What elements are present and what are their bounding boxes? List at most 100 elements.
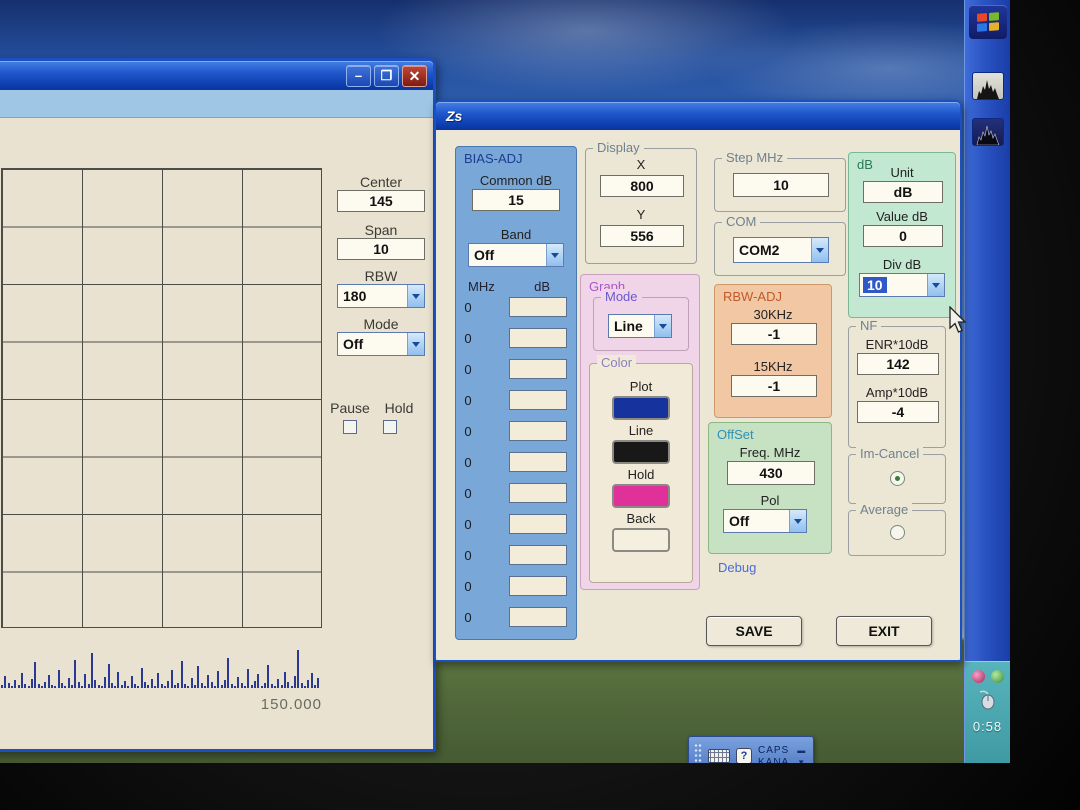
spectrum-bar xyxy=(11,686,13,688)
bias-db-input[interactable] xyxy=(509,514,567,534)
pause-checkbox[interactable] xyxy=(343,420,357,434)
color-swatch-list: PlotLineHoldBack xyxy=(590,376,692,552)
enr-input[interactable]: 142 xyxy=(857,353,939,375)
offset-freq-input[interactable]: 430 xyxy=(727,461,815,485)
display-title: Display xyxy=(593,140,644,155)
step-mhz-input[interactable]: 10 xyxy=(733,173,829,197)
color-swatch-label: Back xyxy=(627,511,656,526)
bias-db-input[interactable] xyxy=(509,452,567,472)
dropdown-arrow-icon[interactable] xyxy=(546,244,563,266)
color-swatch-hold[interactable] xyxy=(612,484,670,508)
save-button[interactable]: SAVE xyxy=(706,616,802,646)
unit-input[interactable]: dB xyxy=(863,181,943,203)
drag-handle-icon[interactable] xyxy=(694,743,702,763)
color-swatch-label: Plot xyxy=(630,379,652,394)
dropdown-arrow-icon[interactable] xyxy=(407,285,424,307)
spectrum-bar xyxy=(147,685,149,688)
spectrum-bar xyxy=(58,670,60,688)
rbw-dropdown[interactable]: 180 xyxy=(337,284,425,308)
ime-language-bar[interactable]: ? CAPS ▬ KANA ▼ xyxy=(688,736,814,763)
debug-label[interactable]: Debug xyxy=(718,560,756,575)
display-x-input[interactable]: 800 xyxy=(600,175,684,197)
amp-input[interactable]: -4 xyxy=(857,401,939,423)
spectrum-bar xyxy=(254,681,256,688)
bias-db-input[interactable] xyxy=(509,297,567,317)
start-button[interactable] xyxy=(969,5,1007,39)
clock[interactable]: 0:58 xyxy=(973,719,1002,734)
bias-db-input[interactable] xyxy=(509,576,567,596)
color-swatch-label: Hold xyxy=(628,467,655,482)
spectrum-bar xyxy=(297,650,299,688)
minimize-arrow-icon[interactable]: ▬ xyxy=(797,746,806,755)
span-input[interactable]: 10 xyxy=(337,238,425,260)
common-db-input[interactable]: 15 xyxy=(472,189,560,211)
close-button[interactable]: ✕ xyxy=(402,65,427,87)
rbw-15khz-input[interactable]: -1 xyxy=(731,375,817,397)
color-swatch-back[interactable] xyxy=(612,528,670,552)
nf-group: NF ENR*10dB 142 Amp*10dB -4 xyxy=(848,326,946,448)
spectrum-bar xyxy=(144,682,146,688)
mouse-icon[interactable] xyxy=(977,690,999,710)
spectrum-bar xyxy=(264,683,266,688)
keyboard-icon[interactable] xyxy=(708,749,730,763)
bias-db-input[interactable] xyxy=(509,421,567,441)
rbw-adj-panel: RBW-ADJ 30KHz -1 15KHz -1 xyxy=(714,284,832,418)
exit-button[interactable]: EXIT xyxy=(836,616,932,646)
caps-indicator[interactable]: CAPS xyxy=(758,745,789,756)
minimize-button[interactable]: – xyxy=(346,65,371,87)
bias-row: 0 xyxy=(456,576,576,596)
mode-dropdown[interactable]: Off xyxy=(337,332,425,356)
dropdown-arrow-icon[interactable] xyxy=(927,274,944,296)
help-icon[interactable]: ? xyxy=(736,748,752,763)
spectrum-bar xyxy=(117,672,119,688)
bias-row: 0 xyxy=(456,483,576,503)
spectrum-bar xyxy=(287,682,289,688)
bias-db-input[interactable] xyxy=(509,390,567,410)
pol-dropdown[interactable]: Off xyxy=(723,509,807,533)
bias-adj-title: BIAS-ADJ xyxy=(464,151,523,166)
span-label: Span xyxy=(335,222,427,238)
average-radio[interactable] xyxy=(890,525,905,540)
div-db-dropdown[interactable]: 10 xyxy=(859,273,945,297)
im-cancel-radio[interactable] xyxy=(890,471,905,486)
dropdown-arrow-icon[interactable] xyxy=(654,315,671,337)
spectrum-bar xyxy=(61,683,63,688)
dropdown-arrow-icon[interactable] xyxy=(407,333,424,355)
com-port-dropdown[interactable]: COM2 xyxy=(733,237,829,263)
bias-db-input[interactable] xyxy=(509,359,567,379)
spectrum-bar xyxy=(184,684,186,688)
hold-checkbox[interactable] xyxy=(383,420,397,434)
kana-indicator[interactable]: KANA xyxy=(758,757,789,764)
dropdown-arrow-icon[interactable]: ▼ xyxy=(797,758,806,764)
graph-window-titlebar[interactable]: – ❐ ✕ xyxy=(0,61,433,90)
dropdown-arrow-icon[interactable] xyxy=(789,510,806,532)
band-dropdown[interactable]: Off xyxy=(468,243,564,267)
app-silhouette-icon xyxy=(976,123,1000,145)
display-y-input[interactable]: 556 xyxy=(600,225,684,247)
bias-mhz-value: 0 xyxy=(456,331,480,346)
taskbar-app-button[interactable] xyxy=(972,72,1004,100)
bias-db-input[interactable] xyxy=(509,328,567,348)
zs-window-titlebar[interactable]: Zs xyxy=(436,102,960,130)
dropdown-arrow-icon[interactable] xyxy=(811,238,828,262)
spectrum-bar xyxy=(204,686,206,688)
maximize-button[interactable]: ❐ xyxy=(374,65,399,87)
bias-db-input[interactable] xyxy=(509,483,567,503)
amp-label: Amp*10dB xyxy=(849,385,945,400)
tray-icon[interactable] xyxy=(972,670,985,683)
spectrum-bar xyxy=(78,682,80,688)
bias-db-input[interactable] xyxy=(509,607,567,627)
color-swatch-line[interactable] xyxy=(612,440,670,464)
tray-icon[interactable] xyxy=(991,670,1004,683)
offset-title: OffSet xyxy=(717,427,754,442)
value-db-input[interactable]: 0 xyxy=(863,225,943,247)
color-swatch-plot[interactable] xyxy=(612,396,670,420)
rbw-30khz-input[interactable]: -1 xyxy=(731,323,817,345)
graph-mode-dropdown[interactable]: Line xyxy=(608,314,672,338)
spectrum-bar xyxy=(244,686,246,688)
common-db-label: Common dB xyxy=(456,173,576,188)
taskbar-app-button[interactable] xyxy=(972,118,1004,146)
enr-label: ENR*10dB xyxy=(849,337,945,352)
bias-db-input[interactable] xyxy=(509,545,567,565)
center-input[interactable]: 145 xyxy=(337,190,425,212)
